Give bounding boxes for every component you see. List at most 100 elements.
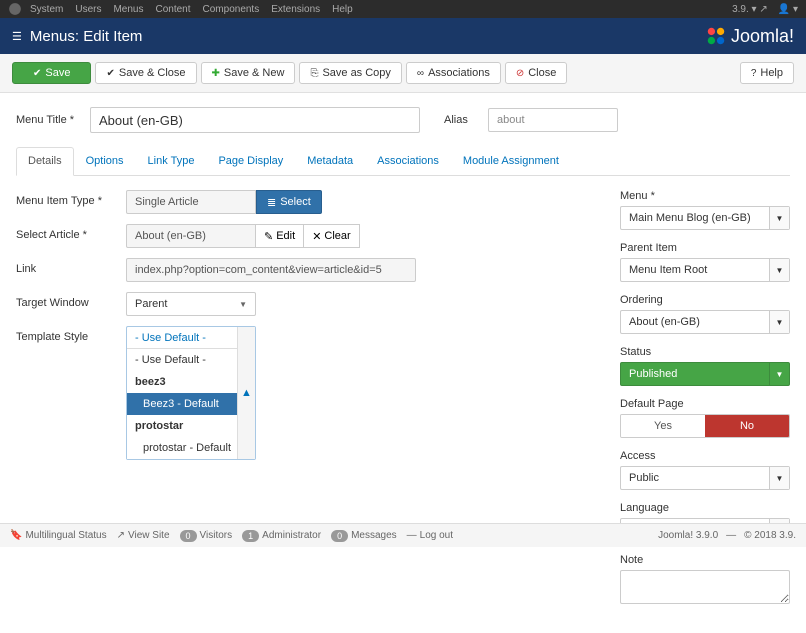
alias-input[interactable]	[488, 108, 618, 132]
menu-title-input[interactable]	[90, 107, 420, 133]
menu-item-type-label: Menu Item Type *	[16, 190, 126, 207]
chevron-down-icon: ▼	[239, 300, 247, 309]
footer-admins[interactable]: 1Administrator	[242, 530, 321, 542]
footer-messages[interactable]: 0Messages	[331, 530, 397, 542]
tab-link-type[interactable]: Link Type	[136, 147, 207, 175]
alias-label: Alias	[444, 114, 474, 126]
sb-access-select[interactable]: Public▼	[620, 466, 790, 490]
chevron-down-icon: ▼	[769, 259, 789, 281]
sb-parent-label: Parent Item	[620, 242, 790, 254]
default-page-yes[interactable]: Yes	[621, 415, 705, 437]
tab-page-display[interactable]: Page Display	[206, 147, 295, 175]
save-copy-button[interactable]: ⎘Save as Copy	[299, 62, 401, 84]
template-option-default[interactable]: - Use Default -	[127, 349, 255, 371]
footer-logout[interactable]: — Log out	[407, 530, 453, 541]
save-close-button[interactable]: ✔Save & Close	[95, 62, 196, 84]
admin-menu: System Users Menus Content Components Ex…	[30, 4, 353, 15]
footer-version: Joomla! 3.9.0	[658, 530, 718, 541]
sb-default-page-label: Default Page	[620, 398, 790, 410]
joomla-logo-icon	[705, 25, 727, 47]
list-icon: ☰	[12, 30, 22, 43]
link-label: Link	[16, 258, 126, 275]
sb-note-textarea[interactable]	[620, 570, 790, 604]
admin-menu-components[interactable]: Components	[203, 4, 260, 15]
footer-copyright: © 2018 3.9.	[744, 530, 796, 541]
target-window-label: Target Window	[16, 292, 126, 309]
joomla-icon	[8, 2, 22, 16]
sb-note-label: Note	[620, 554, 790, 566]
sb-ordering-label: Ordering	[620, 294, 790, 306]
tab-module-assignment[interactable]: Module Assignment	[451, 147, 571, 175]
tab-bar: Details Options Link Type Page Display M…	[16, 147, 790, 176]
associations-button[interactable]: ∞Associations	[406, 62, 501, 84]
tab-options[interactable]: Options	[74, 147, 136, 175]
toolbar: ✔Save ✔Save & Close ✚Save & New ⎘Save as…	[0, 54, 806, 93]
copy-icon: ⎘	[310, 68, 318, 79]
edit-article-button[interactable]: ✎Edit	[255, 224, 304, 248]
sb-menu-label: Menu *	[620, 190, 790, 202]
list-icon: ≣	[267, 196, 276, 209]
admin-menu-menus[interactable]: Menus	[113, 4, 143, 15]
check-icon: ✔	[33, 68, 41, 79]
template-group-protostar: protostar	[127, 415, 255, 437]
template-group-beez3: beez3	[127, 371, 255, 393]
user-icon[interactable]: 👤 ▾	[778, 4, 798, 15]
page-title: Menus: Edit Item	[30, 28, 143, 45]
menu-item-type-select-button[interactable]: ≣Select	[256, 190, 322, 214]
tab-associations[interactable]: Associations	[365, 147, 451, 175]
tab-metadata[interactable]: Metadata	[295, 147, 365, 175]
tab-details[interactable]: Details	[16, 147, 74, 176]
chevron-up-icon: ▲	[237, 327, 255, 459]
check-icon: ✔	[106, 68, 114, 79]
admin-menu-extensions[interactable]: Extensions	[271, 4, 320, 15]
menu-item-type-value	[126, 190, 256, 214]
admin-menu-system[interactable]: System	[30, 4, 63, 15]
admin-menu-users[interactable]: Users	[75, 4, 101, 15]
sb-language-label: Language	[620, 502, 790, 514]
template-style-label: Template Style	[16, 326, 126, 343]
default-page-no[interactable]: No	[705, 415, 789, 437]
close-button[interactable]: ⊘Close	[505, 62, 568, 84]
admin-menu-help[interactable]: Help	[332, 4, 353, 15]
footer-visitors[interactable]: 0Visitors	[180, 530, 233, 542]
footer-multilingual[interactable]: 🔖Multilingual Status	[10, 530, 107, 541]
chevron-down-icon: ▼	[769, 207, 789, 229]
sb-status-select[interactable]: Published▼	[620, 362, 790, 386]
template-option-beez3-default[interactable]: Beez3 - Default	[127, 393, 255, 415]
sb-default-page-toggle[interactable]: YesNo	[620, 414, 790, 438]
bookmark-icon: 🔖	[10, 530, 22, 541]
template-style-dropdown[interactable]: - Use Default -▲ - Use Default - beez3 B…	[126, 326, 256, 460]
link-value	[126, 258, 416, 282]
sb-status-label: Status	[620, 346, 790, 358]
admin-top-bar: System Users Menus Content Components Ex…	[0, 0, 806, 18]
chevron-down-icon: ▼	[769, 363, 789, 385]
clear-article-button[interactable]: ✕Clear	[303, 224, 360, 248]
plus-icon: ✚	[212, 68, 220, 79]
page-header: ☰ Menus: Edit Item Joomla!	[0, 18, 806, 54]
select-article-label: Select Article *	[16, 224, 126, 241]
template-option-protostar-default[interactable]: protostar - Default	[127, 437, 255, 459]
pencil-icon: ✎	[264, 230, 273, 243]
link-icon: ∞	[417, 68, 424, 79]
sb-access-label: Access	[620, 450, 790, 462]
chevron-down-icon: ▼	[769, 311, 789, 333]
select-article-value	[126, 224, 256, 248]
cancel-icon: ⊘	[516, 68, 524, 79]
x-icon: ✕	[312, 230, 321, 243]
help-button[interactable]: ?Help	[740, 62, 794, 84]
sb-menu-select[interactable]: Main Menu Blog (en-GB)▼	[620, 206, 790, 230]
question-icon: ?	[751, 68, 757, 79]
chevron-down-icon: ▼	[769, 467, 789, 489]
status-bar: 🔖Multilingual Status ↗View Site 0Visitor…	[0, 523, 806, 547]
joomla-logo: Joomla!	[705, 25, 794, 47]
save-new-button[interactable]: ✚Save & New	[201, 62, 296, 84]
save-button[interactable]: ✔Save	[12, 62, 91, 84]
sb-parent-select[interactable]: Menu Item Root▼	[620, 258, 790, 282]
footer-view-site[interactable]: ↗View Site	[117, 530, 170, 541]
menu-title-label: Menu Title *	[16, 114, 76, 126]
version-label[interactable]: 3.9. ▾ ↗	[732, 4, 768, 15]
admin-menu-content[interactable]: Content	[155, 4, 190, 15]
sb-ordering-select[interactable]: About (en-GB)▼	[620, 310, 790, 334]
target-window-select[interactable]: Parent▼	[126, 292, 256, 316]
external-icon: ↗	[117, 530, 125, 541]
